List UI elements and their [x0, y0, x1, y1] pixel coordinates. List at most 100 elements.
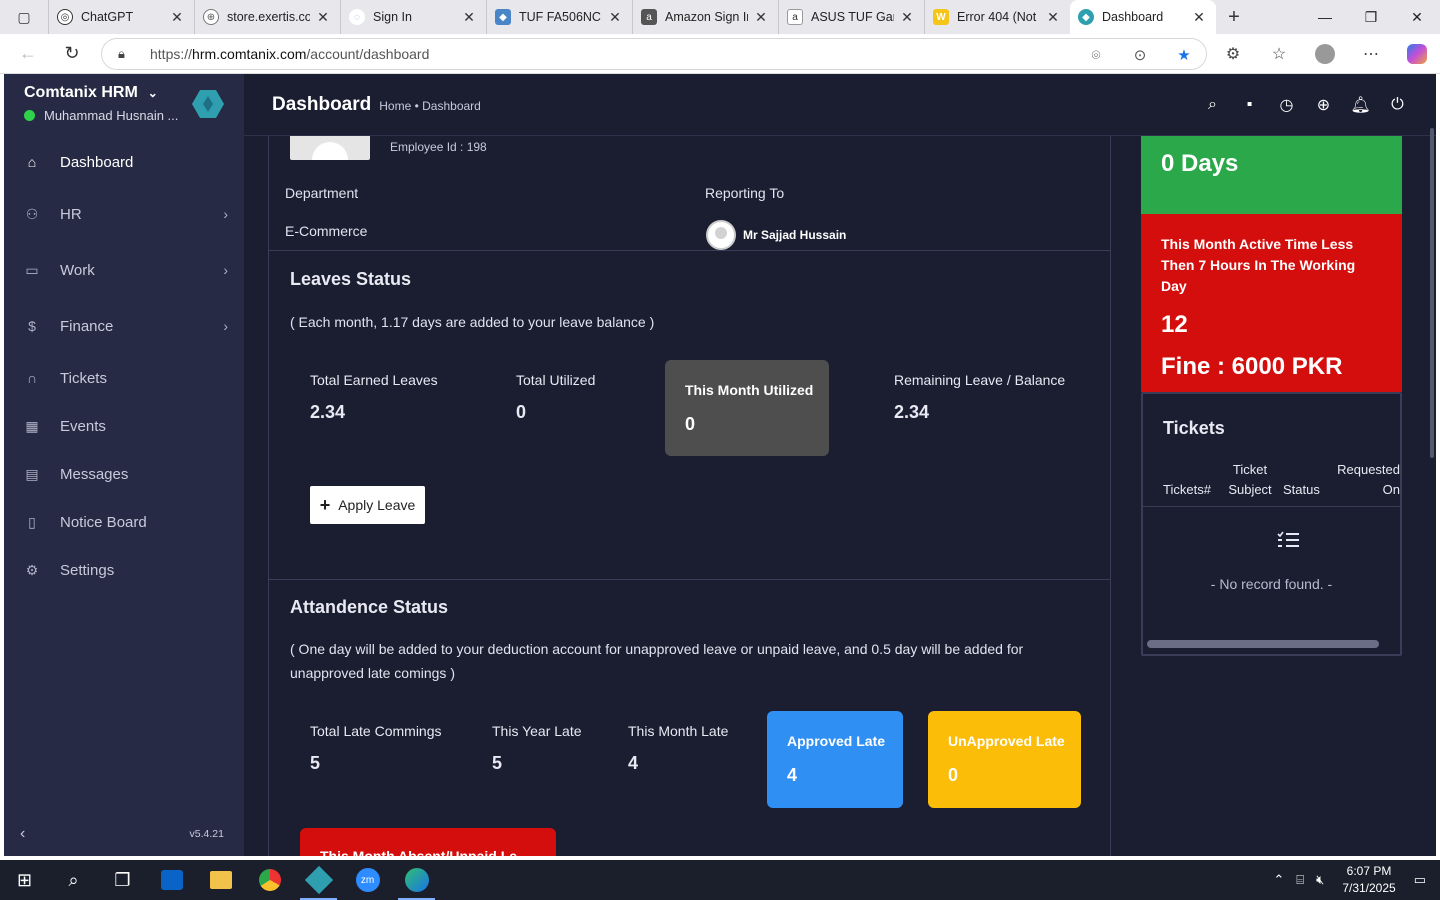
sidebar-item-hr[interactable]: ⚇ HR ›: [4, 186, 244, 242]
tab-amazon-sign-in[interactable]: a Amazon Sign In ✕: [632, 0, 778, 34]
close-tab-icon[interactable]: ✕: [754, 9, 768, 26]
copilot-icon[interactable]: [1394, 34, 1440, 74]
bell-icon[interactable]: 🔔︎: [1342, 95, 1379, 115]
total-late-comings: Total Late Commings 5: [310, 723, 442, 774]
vertical-scrollbar[interactable]: [1430, 128, 1434, 458]
close-tab-icon[interactable]: ✕: [462, 9, 476, 26]
sidebar-menu: ⌂ Dashboard ⚇ HR › ▭ Work › $ Finance › …: [4, 138, 244, 594]
manager-name[interactable]: Mr Sajjad Hussain: [743, 228, 846, 242]
tab-error-404[interactable]: W Error 404 (Not F ✕: [924, 0, 1070, 34]
tab-sign-in[interactable]: ◌ Sign In ✕: [340, 0, 486, 34]
total-earned-leaves: Total Earned Leaves 2.34: [310, 372, 438, 423]
attendance-note: ( One day will be added to your deductio…: [290, 641, 1024, 681]
chatgpt-favicon-icon: ◎: [57, 9, 73, 25]
tab-asus-tuf[interactable]: a ASUS TUF Gamin ✕: [778, 0, 924, 34]
edge-icon[interactable]: [392, 860, 441, 900]
sidebar-item-label: Events: [60, 417, 106, 435]
header-actions: ⌕ ▪ ◷ ⊕ 🔔︎ ⏻: [1194, 74, 1416, 136]
sidebar-item-tickets[interactable]: ∩ Tickets: [4, 354, 244, 402]
close-tab-icon[interactable]: ✕: [170, 9, 184, 26]
clock[interactable]: 6:07 PM 7/31/2025: [1342, 863, 1395, 897]
sticky-note-icon[interactable]: ▪: [1231, 96, 1268, 114]
extensions-icon[interactable]: ⚙: [1210, 34, 1256, 74]
collapse-sidebar-icon[interactable]: ‹: [20, 825, 25, 843]
close-tab-icon[interactable]: ✕: [316, 9, 330, 26]
clock-icon[interactable]: ◷: [1268, 95, 1305, 115]
file-explorer-icon[interactable]: [196, 860, 245, 900]
task-view-icon[interactable]: ❐: [98, 860, 147, 900]
close-tab-icon[interactable]: ✕: [1192, 9, 1206, 26]
col-tickets: Tickets#: [1163, 482, 1211, 497]
asus-favicon-icon: ◆: [495, 9, 511, 25]
sidebar-item-notice-board[interactable]: ▯ Notice Board: [4, 498, 244, 546]
unapproved-late-card: UnApproved Late 0: [928, 711, 1081, 808]
brand-switcher[interactable]: Comtanix HRM ⌄: [24, 84, 158, 102]
user-status: Muhammad Husnain ...: [24, 108, 184, 123]
plus-icon: +: [319, 494, 331, 515]
restore-icon[interactable]: ❐: [1348, 0, 1394, 34]
url-field[interactable]: 🔒︎ https://hrm.comtanix.com/account/dash…: [101, 38, 1207, 70]
back-arrow-icon[interactable]: ←: [6, 34, 50, 74]
lock-icon[interactable]: 🔒︎: [118, 46, 134, 62]
tab-dashboard[interactable]: ◆ Dashboard ✕: [1070, 0, 1216, 34]
close-tab-icon[interactable]: ✕: [608, 9, 622, 26]
this-month-late: This Month Late 4: [628, 723, 728, 774]
refresh-icon[interactable]: ↻: [50, 34, 94, 74]
amazon-favicon-icon: a: [787, 9, 803, 25]
tab-store-exertis[interactable]: ⊕ store.exertis.co.u ✕: [194, 0, 340, 34]
sidebar-item-work[interactable]: ▭ Work ›: [4, 242, 244, 298]
more-icon[interactable]: ⋯: [1348, 34, 1394, 74]
outlook-icon[interactable]: [147, 860, 196, 900]
tab-title: TUF FA506NC A: [519, 10, 602, 24]
favorite-star-icon[interactable]: ★: [1162, 46, 1206, 64]
notifications-icon[interactable]: ▭: [1414, 872, 1426, 888]
chevron-up-icon[interactable]: ⌃: [1273, 872, 1284, 888]
stat-label: This Month Utilized: [685, 382, 814, 398]
chrome-icon[interactable]: [245, 860, 294, 900]
favorites-icon[interactable]: ☆: [1256, 34, 1302, 74]
sidebar-item-finance[interactable]: $ Finance ›: [4, 298, 244, 354]
close-window-icon[interactable]: ✕: [1394, 0, 1440, 34]
tab-tuf[interactable]: ◆ TUF FA506NC A ✕: [486, 0, 632, 34]
online-status-icon: [24, 110, 35, 121]
volume-mute-icon[interactable]: 🔇︎: [1316, 872, 1324, 888]
close-tab-icon[interactable]: ✕: [900, 9, 914, 26]
col-status: Status: [1283, 482, 1320, 497]
tickets-title: Tickets: [1163, 418, 1225, 438]
power-icon[interactable]: ⏻: [1379, 96, 1416, 114]
main-content: Employee Id : 198 Department Reporting T…: [268, 136, 1111, 856]
tab-title: ASUS TUF Gamin: [811, 10, 894, 24]
location-icon[interactable]: ⌾: [1074, 47, 1118, 64]
sidebar-item-dashboard[interactable]: ⌂ Dashboard: [4, 138, 244, 186]
w-favicon-icon: W: [933, 9, 949, 25]
sidebar-item-label: Notice Board: [60, 513, 147, 531]
breadcrumb[interactable]: Home • Dashboard: [379, 99, 481, 113]
reader-icon[interactable]: ⊙: [1118, 46, 1162, 64]
dollar-icon: $: [28, 318, 36, 334]
tab-chatgpt[interactable]: ◎ ChatGPT ✕: [48, 0, 194, 34]
search-icon[interactable]: ⌕: [49, 860, 98, 900]
new-tab-icon[interactable]: +: [1216, 0, 1252, 34]
stat-value: 4: [628, 753, 639, 773]
network-icon[interactable]: ⌸: [1296, 872, 1304, 888]
sidebar-item-label: Messages: [60, 465, 129, 483]
tab-actions-icon[interactable]: ▢: [0, 0, 48, 34]
zoom-icon[interactable]: zm: [343, 860, 392, 900]
sidebar-item-settings[interactable]: ⚙ Settings: [4, 546, 244, 594]
chevron-right-icon: ›: [223, 318, 228, 334]
sidebar-item-events[interactable]: ▦ Events: [4, 402, 244, 450]
minimize-icon[interactable]: —: [1302, 0, 1348, 34]
sidebar-item-messages[interactable]: ▤ Messages: [4, 450, 244, 498]
windows-start-icon[interactable]: ⊞: [0, 860, 49, 900]
browser-toolbar: ⚙ ☆ ⋯: [1210, 34, 1440, 74]
chevron-right-icon: ›: [223, 206, 228, 222]
stat-label: Total Utilized: [516, 372, 596, 388]
close-tab-icon[interactable]: ✕: [1046, 9, 1060, 26]
comtanix-app-icon[interactable]: [294, 860, 343, 900]
search-icon[interactable]: ⌕: [1194, 96, 1231, 114]
apply-leave-button[interactable]: + Apply Leave: [310, 486, 425, 524]
add-circle-icon[interactable]: ⊕: [1305, 95, 1342, 115]
profile-avatar-icon[interactable]: [1302, 34, 1348, 74]
horizontal-scrollbar[interactable]: [1147, 640, 1379, 648]
sidebar-item-label: Settings: [60, 561, 115, 579]
